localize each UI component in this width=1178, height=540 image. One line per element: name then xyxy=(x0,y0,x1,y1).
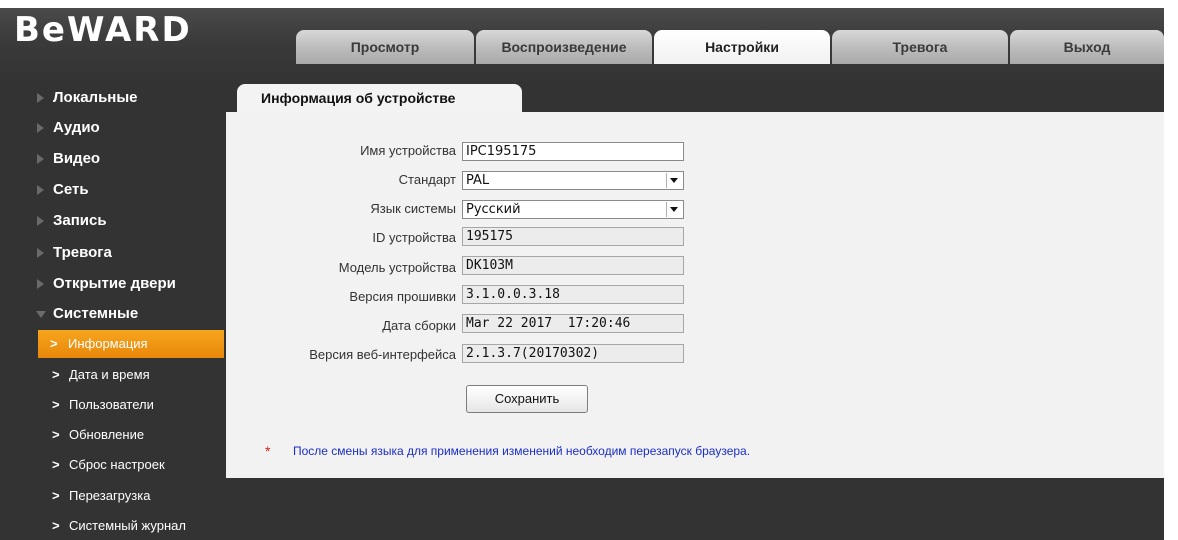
sidebar-subitem-update[interactable]: > Обновление xyxy=(0,421,226,449)
sidebar-item-record[interactable]: Запись xyxy=(0,207,226,235)
firmware-field: 3.1.0.0.3.18 xyxy=(462,285,684,304)
device-id-field: 195175 xyxy=(462,227,684,246)
triangle-right-icon xyxy=(37,123,44,133)
sidebar-subitem-label: Дата и время xyxy=(69,367,150,382)
sidebar-item-label: Системные xyxy=(53,305,139,322)
web-version-field: 2.1.3.7(20170302) xyxy=(462,344,684,363)
firmware-label: Версия прошивки xyxy=(349,289,456,304)
sidebar-item-label: Локальные xyxy=(53,89,138,106)
triangle-right-icon xyxy=(37,216,44,226)
triangle-right-icon xyxy=(37,279,44,289)
sidebar-item-local[interactable]: Локальные xyxy=(0,84,226,112)
device-model-label: Модель устройства xyxy=(338,260,456,275)
tab-settings[interactable]: Настройки xyxy=(654,30,830,64)
sidebar-item-label: Сеть xyxy=(53,181,89,198)
sidebar-item-network[interactable]: Сеть xyxy=(0,176,226,204)
tab-view[interactable]: Просмотр xyxy=(296,30,474,64)
tab-playback[interactable]: Воспроизведение xyxy=(476,30,652,64)
chevron-right-icon: > xyxy=(52,397,60,412)
chevron-right-icon: > xyxy=(52,427,60,442)
chevron-right-icon: > xyxy=(52,518,60,533)
triangle-down-icon xyxy=(36,311,46,318)
sidebar-item-label: Запись xyxy=(53,212,107,229)
chevron-down-icon[interactable] xyxy=(666,202,682,217)
language-label: Язык системы xyxy=(370,201,456,216)
build-date-field: Mar 22 2017 17:20:46 xyxy=(462,314,684,333)
language-select-value: Русский xyxy=(466,202,521,217)
triangle-right-icon xyxy=(37,93,44,103)
sidebar-subitem-label: Пользователи xyxy=(69,397,154,412)
logo: BeWARD xyxy=(14,10,192,50)
sidebar-item-door[interactable]: Открытие двери xyxy=(0,270,226,298)
top-tabs: Просмотр Воспроизведение Настройки Трево… xyxy=(296,30,1164,64)
header: BeWARD Просмотр Воспроизведение Настройк… xyxy=(0,0,1178,84)
chevron-right-icon: > xyxy=(52,488,60,503)
page: BeWARD Просмотр Воспроизведение Настройк… xyxy=(0,0,1178,540)
sidebar-item-alarm[interactable]: Тревога xyxy=(0,239,226,267)
chevron-right-icon: > xyxy=(52,367,60,382)
note-asterisk: * xyxy=(265,443,271,459)
triangle-right-icon xyxy=(37,185,44,195)
sidebar-item-system[interactable]: Системные xyxy=(0,300,226,328)
page-title: Информация об устройстве xyxy=(237,84,522,112)
device-name-label: Имя устройства xyxy=(360,143,456,158)
sidebar: Локальные Аудио Видео Сеть Запись Тревог… xyxy=(0,84,226,540)
language-select[interactable]: Русский xyxy=(462,200,684,219)
device-id-label: ID устройства xyxy=(372,230,456,245)
sidebar-item-label: Тревога xyxy=(53,244,112,261)
sidebar-subitem-label: Информация xyxy=(68,336,148,351)
sidebar-item-label: Видео xyxy=(53,150,101,167)
sidebar-item-video[interactable]: Видео xyxy=(0,145,226,173)
chevron-right-icon: > xyxy=(50,336,58,351)
sidebar-subitem-info[interactable]: > Информация xyxy=(38,330,224,358)
triangle-right-icon xyxy=(37,154,44,164)
sidebar-subitem-reboot[interactable]: > Перезагрузка xyxy=(0,482,226,510)
sidebar-subitem-users[interactable]: > Пользователи xyxy=(0,391,226,419)
sidebar-subitem-label: Сброс настроек xyxy=(69,457,165,472)
build-date-label: Дата сборки xyxy=(382,318,456,333)
tab-logout[interactable]: Выход xyxy=(1010,30,1164,64)
web-version-label: Версия веб-интерфейса xyxy=(309,347,456,362)
sidebar-item-audio[interactable]: Аудио xyxy=(0,114,226,142)
sidebar-subitem-label: Перезагрузка xyxy=(69,488,151,503)
language-change-note: После смены языка для применения изменен… xyxy=(293,444,751,458)
sidebar-subitem-syslog[interactable]: > Системный журнал xyxy=(0,512,226,540)
sidebar-item-label: Аудио xyxy=(53,119,100,136)
chevron-right-icon: > xyxy=(52,457,60,472)
sidebar-subitem-datetime[interactable]: > Дата и время xyxy=(0,361,226,389)
device-name-input[interactable]: IPC195175 xyxy=(462,142,684,161)
tab-alarm[interactable]: Тревога xyxy=(832,30,1008,64)
triangle-right-icon xyxy=(37,248,44,258)
chevron-down-icon[interactable] xyxy=(666,173,682,188)
standard-label: Стандарт xyxy=(398,172,456,187)
sidebar-subitem-label: Обновление xyxy=(69,427,145,442)
device-model-field: DK103M xyxy=(462,256,684,275)
save-button[interactable]: Сохранить xyxy=(466,385,588,413)
sidebar-subitem-reset[interactable]: > Сброс настроек xyxy=(0,451,226,479)
sidebar-subitem-label: Системный журнал xyxy=(69,518,186,533)
content-footer-band xyxy=(226,478,1164,540)
standard-select-value: PAL xyxy=(466,173,490,188)
standard-select[interactable]: PAL xyxy=(462,171,684,190)
sidebar-item-label: Открытие двери xyxy=(53,275,176,292)
